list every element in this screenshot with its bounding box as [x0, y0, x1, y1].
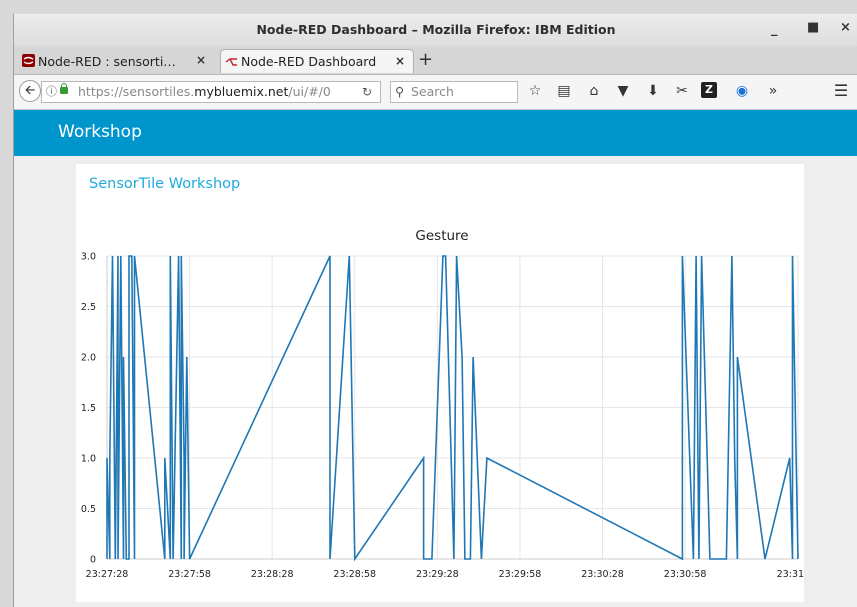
back-icon[interactable]: 🡨	[19, 80, 41, 102]
tab-label: Node-RED Dashboard	[241, 54, 377, 69]
dashboard-content: SensorTile Workshop Gesture 0 0.5 1.0 1.5 2.…	[14, 156, 857, 607]
x-tick-label: 23:31:39	[777, 569, 804, 580]
bookmark-star-icon[interactable]: ☆	[526, 83, 544, 99]
tab-close-icon[interactable]: ×	[395, 54, 405, 68]
overflow-icon[interactable]: »	[764, 83, 782, 99]
search-input[interactable]: ⚲ Search	[390, 81, 518, 103]
title-bar: Node-RED Dashboard – Mozilla Firefox: IB…	[14, 14, 857, 46]
x-axis: 23:27:28 23:27:58 23:28:28 23:28:58 23:29:28…	[86, 558, 804, 580]
node-red-favicon-icon	[22, 54, 35, 67]
browser-window: Node-RED Dashboard – Mozilla Firefox: IB…	[13, 14, 857, 607]
lock-icon	[60, 83, 68, 94]
y-tick-label: 2.5	[81, 302, 96, 313]
y-tick-label: 1.5	[81, 403, 96, 414]
gesture-chart: Gesture 00.51.01.52.02.53.0 23:27:28 23:2…	[81, 228, 804, 580]
menu-icon[interactable]: ☰	[832, 81, 850, 100]
dashboard-toolbar: Workshop	[14, 110, 857, 156]
tab-node-red-dashboard[interactable]: Node-RED Dashboard ×	[220, 49, 414, 73]
home-icon[interactable]: ⌂	[585, 83, 603, 99]
reading-list-icon[interactable]: ▤	[555, 83, 573, 99]
download-icon[interactable]: ⬇	[644, 83, 662, 99]
y-tick-label: 3.0	[81, 252, 96, 263]
screenshot-icon[interactable]: ✂	[673, 83, 691, 99]
y-tick-label: 1.0	[81, 454, 96, 465]
url-bar[interactable]: ⓘ https://sensortiles.mybluemix.net/ui/#…	[41, 81, 381, 103]
pocket-icon[interactable]: ▼	[614, 83, 632, 99]
minimize-icon[interactable]: _	[771, 22, 778, 37]
y-axis: 0 0.5 1.0 1.5 2.0 2.5 3.0	[81, 252, 108, 566]
x-tick-label: 23:29:28	[416, 569, 459, 580]
nav-bar: 🡨 ⓘ https://sensortiles.mybluemix.net/ui…	[14, 75, 857, 110]
x-tick-label: 23:28:28	[251, 569, 294, 580]
maximize-icon[interactable]: ■	[807, 20, 819, 35]
new-tab-button[interactable]: +	[418, 49, 433, 70]
window-title: Node-RED Dashboard – Mozilla Firefox: IB…	[256, 22, 616, 37]
info-icon[interactable]: ⓘ	[46, 82, 57, 102]
y-tick-label: 2.0	[81, 353, 96, 364]
group-card: SensorTile Workshop Gesture 0 0.5 1.0 1.5 2.…	[76, 164, 804, 602]
x-tick-label: 23:27:58	[168, 569, 211, 580]
url-text: https://sensortiles.mybluemix.net/ui/#/0	[78, 84, 331, 99]
close-window-icon[interactable]: ×	[840, 20, 851, 35]
search-placeholder: Search	[411, 84, 454, 99]
x-tick-label: 23:29:58	[499, 569, 542, 580]
y-tick-label: 0.5	[81, 504, 96, 515]
search-icon: ⚲	[395, 84, 405, 99]
x-tick-label: 23:27:28	[86, 569, 129, 580]
tab-bar: Node-RED : sensorti… × Node-RED Dashboar…	[14, 46, 857, 75]
tab-close-icon[interactable]: ×	[196, 53, 206, 67]
page-title: Workshop	[58, 122, 142, 142]
zotero-icon[interactable]: Z	[701, 82, 717, 98]
x-tick-label: 23:30:58	[664, 569, 707, 580]
tab-label: Node-RED : sensorti…	[38, 53, 176, 69]
chart-title: Gesture	[415, 228, 468, 244]
tab-node-red-editor[interactable]: Node-RED : sensorti… ×	[18, 49, 214, 73]
node-red-favicon-icon	[225, 58, 237, 66]
x-tick-label: 23:28:58	[333, 569, 376, 580]
reload-icon[interactable]: ↻	[362, 82, 372, 102]
x-tick-label: 23:30:28	[581, 569, 624, 580]
extension-icon[interactable]: ◉	[733, 83, 751, 99]
y-tick-label: 0	[90, 555, 96, 566]
